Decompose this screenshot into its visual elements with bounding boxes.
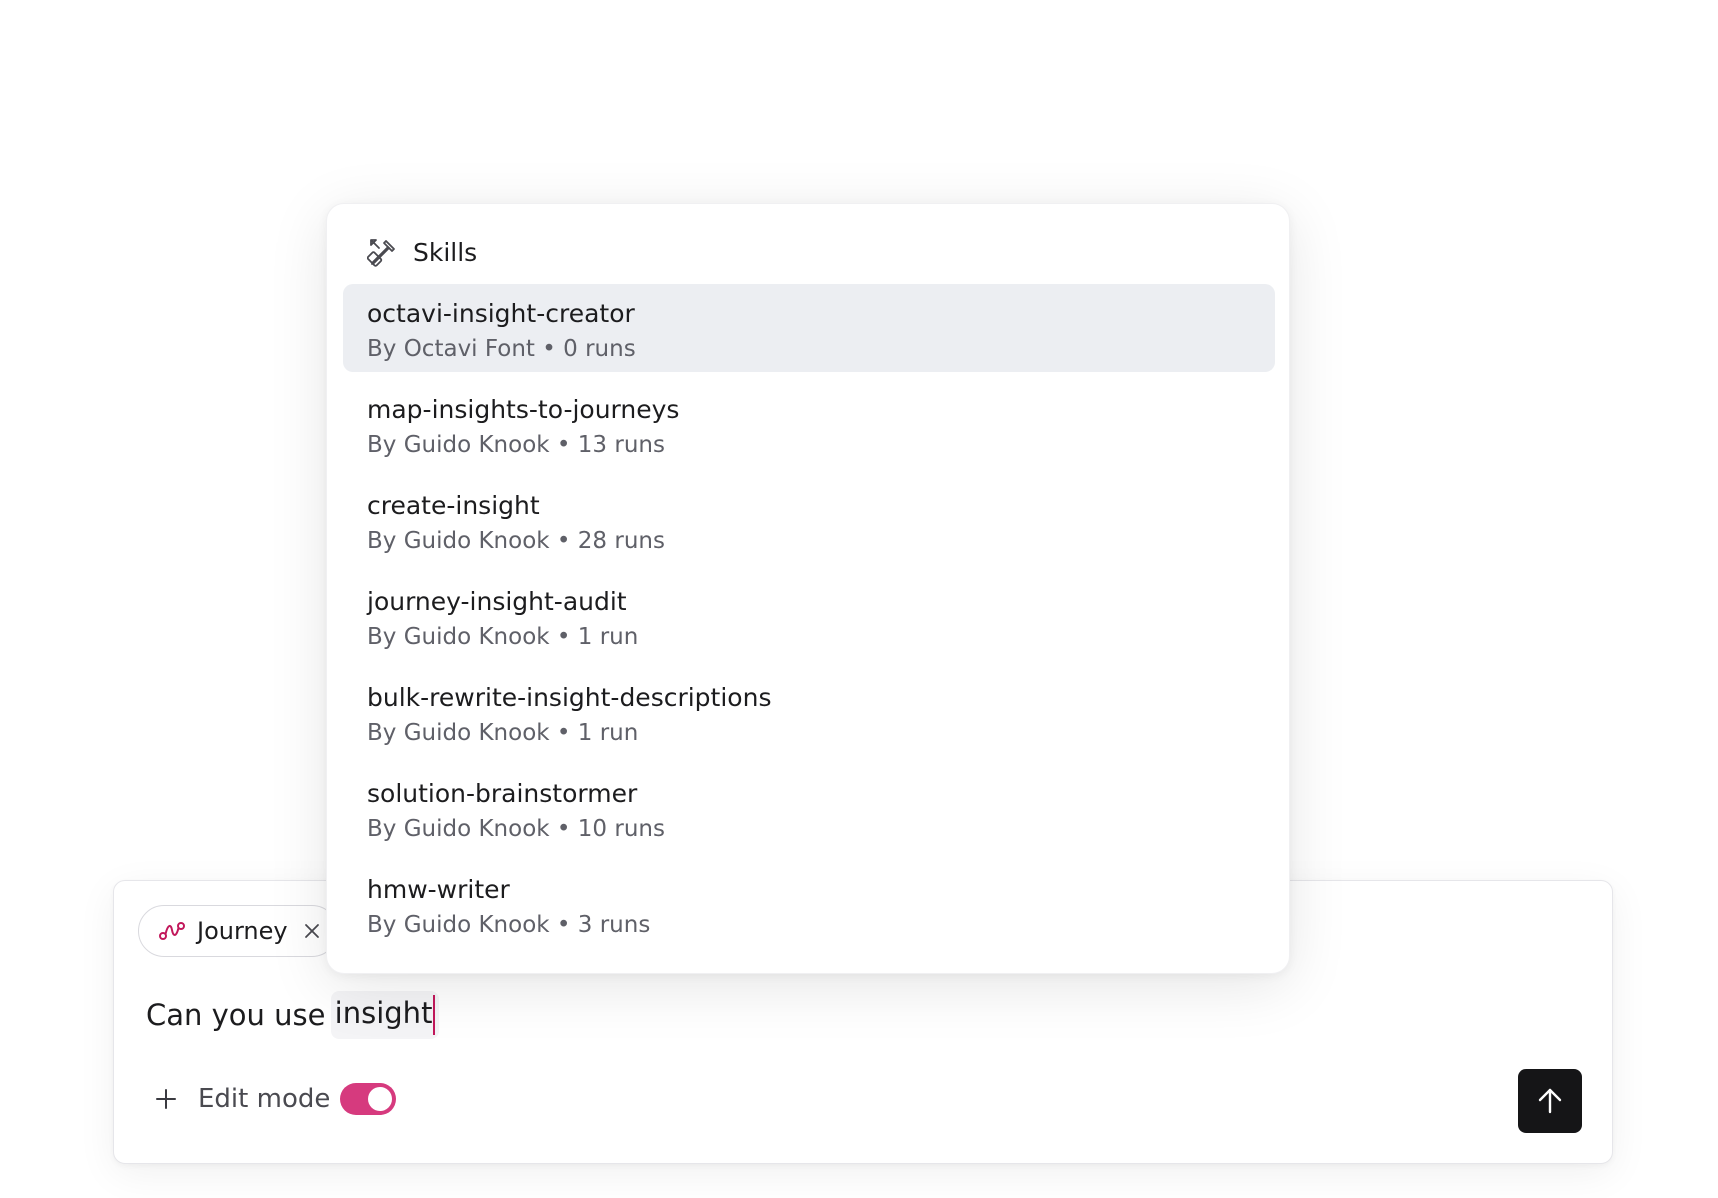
message-input[interactable]: Can you use insight bbox=[146, 991, 440, 1039]
skill-meta: By Guido Knook • 28 runs bbox=[367, 528, 665, 554]
skills-popup: Skills octavi-insight-creator By Octavi … bbox=[326, 203, 1290, 974]
skill-item[interactable]: solution-brainstormer By Guido Knook • 1… bbox=[343, 764, 1275, 852]
composer-toolbar: Edit mode bbox=[152, 1071, 397, 1127]
edit-mode-label: Edit mode bbox=[198, 1084, 331, 1114]
journey-context-chip[interactable]: Journey bbox=[138, 905, 338, 957]
skill-list: octavi-insight-creator By Octavi Font • … bbox=[343, 284, 1275, 956]
skill-item[interactable]: create-insight By Guido Knook • 28 runs bbox=[343, 476, 1275, 564]
skill-meta: By Guido Knook • 1 run bbox=[367, 720, 639, 746]
skill-name: hmw-writer bbox=[367, 875, 510, 904]
send-button[interactable] bbox=[1518, 1069, 1582, 1133]
close-icon[interactable] bbox=[301, 920, 323, 942]
journey-icon bbox=[157, 916, 187, 946]
skill-item[interactable]: bulk-rewrite-insight-descriptions By Gui… bbox=[343, 668, 1275, 756]
plus-icon[interactable] bbox=[152, 1085, 180, 1113]
skill-query-text: insight bbox=[334, 996, 433, 1030]
skill-name: journey-insight-audit bbox=[367, 587, 627, 616]
skill-name: bulk-rewrite-insight-descriptions bbox=[367, 683, 772, 712]
skill-meta: By Octavi Font • 0 runs bbox=[367, 336, 636, 362]
skill-name: octavi-insight-creator bbox=[367, 299, 635, 328]
edit-mode-toggle[interactable] bbox=[340, 1083, 397, 1115]
message-input-prefix: Can you use bbox=[146, 998, 335, 1032]
skill-query-token: insight bbox=[330, 991, 440, 1039]
toggle-knob bbox=[368, 1087, 393, 1111]
skill-name: map-insights-to-journeys bbox=[367, 395, 680, 424]
text-caret bbox=[433, 995, 436, 1035]
skill-item[interactable]: hmw-writer By Guido Knook • 3 runs bbox=[343, 860, 1275, 948]
skill-meta: By Guido Knook • 13 runs bbox=[367, 432, 665, 458]
skill-item[interactable]: journey-insight-audit By Guido Knook • 1… bbox=[343, 572, 1275, 660]
skill-meta: By Guido Knook • 10 runs bbox=[367, 816, 665, 842]
chip-label: Journey bbox=[197, 917, 288, 945]
skill-name: solution-brainstormer bbox=[367, 779, 638, 808]
skills-popup-title: Skills bbox=[413, 237, 478, 267]
arrow-up-icon bbox=[1534, 1085, 1566, 1117]
skill-name: create-insight bbox=[367, 491, 540, 520]
skill-meta: By Guido Knook • 1 run bbox=[367, 624, 639, 650]
skills-popup-header: Skills bbox=[367, 232, 477, 272]
skills-tools-icon bbox=[367, 236, 399, 268]
skill-item[interactable]: octavi-insight-creator By Octavi Font • … bbox=[343, 284, 1275, 372]
skill-item[interactable]: map-insights-to-journeys By Guido Knook … bbox=[343, 380, 1275, 468]
skill-meta: By Guido Knook • 3 runs bbox=[367, 912, 651, 938]
